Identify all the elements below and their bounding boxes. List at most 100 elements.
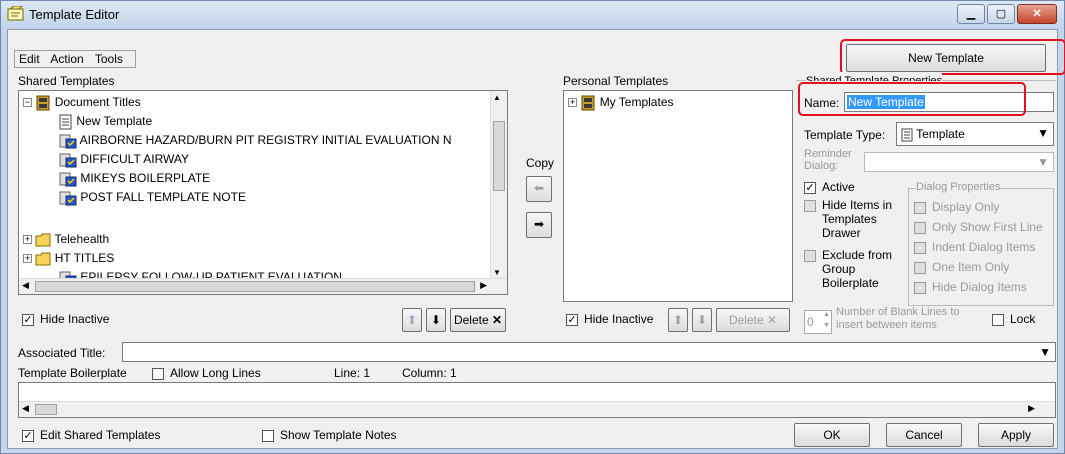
tree-node-difficult-airway[interactable]: DIFFICULT AIRWAY <box>59 149 189 169</box>
copy-right-button[interactable]: ➡ <box>526 212 552 238</box>
scroll-right-icon[interactable]: ▶ <box>480 280 487 291</box>
tree-node-post-fall[interactable]: POST FALL TEMPLATE NOTE <box>59 187 246 207</box>
template-editor-icon <box>7 6 24 21</box>
tree-node-mikeys-boilerplate[interactable]: MIKEYS BOILERPLATE <box>59 168 210 188</box>
shared-templates-tree[interactable]: − Document Titles New Template AIRBORNE … <box>18 90 508 295</box>
scroll-up-icon[interactable]: ▲ <box>493 93 501 102</box>
delete-x-icon: ✕ <box>766 313 778 327</box>
window-title: Template Editor <box>29 7 120 22</box>
lock-checkbox[interactable] <box>992 314 1004 326</box>
ok-button[interactable]: OK <box>794 423 870 447</box>
only-show-first-line-checkbox[interactable] <box>914 222 926 234</box>
document-icon <box>59 114 72 130</box>
expand-icon[interactable]: + <box>23 235 32 245</box>
properties-label: Shared Template Properties <box>806 72 943 81</box>
shared-move-down-button[interactable]: ⬇ <box>426 308 446 332</box>
hide-dialog-items-label: Hide Dialog Items <box>932 280 1027 294</box>
delete-x-icon: ✕ <box>491 313 503 327</box>
personal-templates-tree[interactable]: + My Templates <box>563 90 793 302</box>
personal-move-down-button[interactable]: ⬇ <box>692 308 712 332</box>
chevron-down-icon[interactable]: ▼ <box>1037 155 1049 169</box>
tree-node-document-titles[interactable]: − Document Titles <box>23 92 141 112</box>
tree-node-airborne-hazard[interactable]: AIRBORNE HAZARD/BURN PIT REGISTRY INITIA… <box>59 130 452 150</box>
shared-vertical-scrollbar[interactable]: ▲ ▼ <box>490 91 507 279</box>
minimize-icon: ▁ <box>966 8 976 20</box>
active-label: Active <box>822 180 855 194</box>
hscroll-thumb[interactable] <box>35 404 57 415</box>
template-type-select[interactable]: Template ▼ <box>896 122 1054 146</box>
reminder-template-icon <box>59 191 77 206</box>
boilerplate-label: Template Boilerplate <box>18 366 127 380</box>
arrow-up-icon: ⬆ <box>406 313 418 327</box>
scroll-right-icon[interactable]: ▶ <box>1028 403 1035 414</box>
boilerplate-horizontal-scrollbar[interactable]: ◀ ▶ <box>19 401 1055 417</box>
tree-node-my-templates[interactable]: + My Templates <box>568 92 674 112</box>
menu-action[interactable]: Action <box>50 52 83 66</box>
show-template-notes-checkbox[interactable] <box>262 430 274 442</box>
edit-shared-templates-label: Edit Shared Templates <box>40 428 161 442</box>
chevron-down-icon[interactable]: ▼ <box>1039 345 1051 359</box>
blank-lines-spinner[interactable]: 0 ▲ ▼ <box>804 310 832 334</box>
arrow-down-icon: ⬇ <box>696 313 708 327</box>
display-only-label: Display Only <box>932 200 1000 214</box>
indent-dialog-items-label: Indent Dialog Items <box>932 240 1036 254</box>
reminder-template-icon <box>59 153 77 168</box>
only-show-first-line-label: Only Show First Line <box>932 220 1043 234</box>
apply-button[interactable]: Apply <box>978 423 1054 447</box>
menu-tools[interactable]: Tools <box>95 52 123 66</box>
scroll-down-icon[interactable]: ▼ <box>493 268 501 277</box>
arrow-right-icon: ➡ <box>533 217 545 231</box>
minimize-button[interactable]: ▁ <box>957 4 985 24</box>
shared-hide-inactive-checkbox[interactable]: ✓ <box>22 314 34 326</box>
personal-hide-inactive-checkbox[interactable]: ✓ <box>566 314 578 326</box>
spin-up-icon[interactable]: ▲ <box>823 311 830 318</box>
copy-left-button[interactable]: ⬅ <box>526 176 552 202</box>
personal-delete-button[interactable]: Delete ✕ <box>716 308 790 332</box>
hide-items-checkbox[interactable] <box>804 200 816 212</box>
shared-horizontal-scrollbar[interactable]: ◀ ▶ <box>19 278 507 294</box>
shared-hide-inactive-label: Hide Inactive <box>40 312 110 326</box>
blank-lines-label: Number of Blank Lines to insert between … <box>836 306 960 331</box>
shared-delete-button[interactable]: Delete ✕ <box>450 308 506 332</box>
allow-long-lines-checkbox[interactable] <box>152 368 164 380</box>
line-indicator: Line: 1 <box>334 366 371 380</box>
hide-dialog-items-checkbox[interactable] <box>914 282 926 294</box>
reminder-template-icon <box>59 134 77 149</box>
expand-icon[interactable]: + <box>568 98 577 108</box>
cancel-button[interactable]: Cancel <box>886 423 962 447</box>
associated-title-select[interactable]: ▼ <box>122 342 1056 362</box>
spin-down-icon[interactable]: ▼ <box>823 322 830 329</box>
copy-label: Copy <box>526 156 555 170</box>
dialog-properties-label: Dialog Properties <box>916 181 1001 193</box>
menu-edit[interactable]: Edit <box>19 52 40 66</box>
display-only-checkbox[interactable] <box>914 202 926 214</box>
personal-move-up-button[interactable]: ⬆ <box>668 308 688 332</box>
close-icon: ✕ <box>1032 8 1042 20</box>
maximize-button[interactable]: ▢ <box>987 4 1015 24</box>
template-type-label: Template Type: <box>804 128 886 142</box>
edit-shared-templates-checkbox[interactable]: ✓ <box>22 430 34 442</box>
exclude-boilerplate-checkbox[interactable] <box>804 250 816 262</box>
hscroll-thumb[interactable] <box>35 281 475 292</box>
editor-client-area: Edit Action Tools New Template Shared Te… <box>7 29 1065 449</box>
scroll-left-icon[interactable]: ◀ <box>22 280 29 291</box>
maximize-icon: ▢ <box>995 8 1007 20</box>
tree-node-ht-titles[interactable]: + HT TITLES <box>23 248 114 268</box>
folder-icon <box>35 233 51 247</box>
chevron-down-icon[interactable]: ▼ <box>1037 126 1049 140</box>
shared-move-up-button[interactable]: ⬆ <box>402 308 422 332</box>
boilerplate-editor[interactable]: ◀ ▶ <box>18 382 1056 418</box>
reminder-dialog-select[interactable]: ▼ <box>864 152 1054 172</box>
scroll-thumb[interactable] <box>493 121 505 191</box>
cabinet-icon <box>581 95 595 111</box>
expand-icon[interactable]: + <box>23 254 32 264</box>
collapse-icon[interactable]: − <box>23 98 32 108</box>
close-button[interactable]: ✕ <box>1017 4 1057 24</box>
indent-dialog-items-checkbox[interactable] <box>914 242 926 254</box>
tree-node-new-template[interactable]: New Template <box>59 111 152 131</box>
active-checkbox[interactable]: ✓ <box>804 182 816 194</box>
tree-node-telehealth[interactable]: + Telehealth <box>23 229 109 249</box>
lock-label: Lock <box>1010 312 1036 326</box>
scroll-left-icon[interactable]: ◀ <box>22 403 29 414</box>
one-item-only-checkbox[interactable] <box>914 262 926 274</box>
